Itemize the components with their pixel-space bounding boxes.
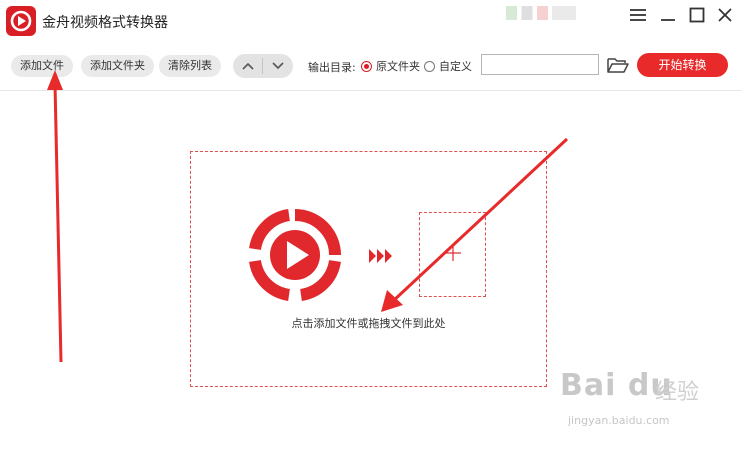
arrow-to-add-file [47,70,63,363]
baidu-watermark: Bai du 经验 jingyan.baidu.com [560,368,735,438]
watermark-sub: 经验 [655,380,700,405]
watermark-url: jingyan.baidu.com [568,414,670,427]
arrow-to-drop-zone [381,137,569,312]
